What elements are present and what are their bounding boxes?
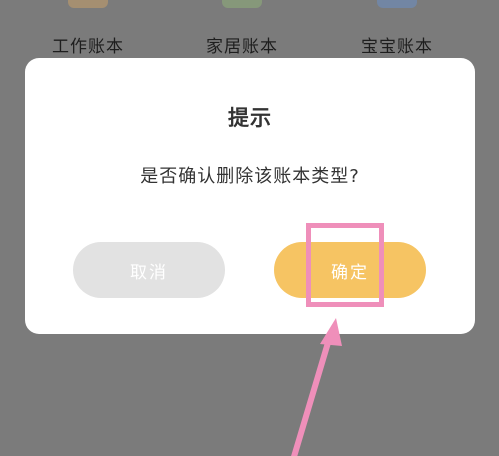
cancel-button[interactable]: 取消 — [73, 242, 225, 298]
home-book-icon — [222, 0, 262, 8]
confirm-delete-dialog: 提示 是否确认删除该账本类型? 取消 确定 — [25, 58, 475, 334]
book-category-home[interactable]: 家居账本 — [182, 0, 302, 58]
account-book-categories: 工作账本 家居账本 宝宝账本 — [0, 0, 499, 58]
dialog-title: 提示 — [228, 106, 272, 130]
book-category-label: 家居账本 — [206, 37, 278, 57]
book-category-label: 工作账本 — [52, 37, 124, 57]
annotation-arrow-shaft — [291, 333, 333, 456]
dialog-message: 是否确认删除该账本类型? — [140, 166, 360, 187]
book-category-label: 宝宝账本 — [361, 37, 433, 57]
book-category-baby[interactable]: 宝宝账本 — [337, 0, 457, 58]
screen: 工作账本 家居账本 宝宝账本 提示 是否确认删除该账本类型? 取消 确定 — [0, 0, 499, 456]
baby-book-icon — [377, 0, 417, 8]
book-category-work[interactable]: 工作账本 — [28, 0, 148, 58]
work-book-icon — [68, 0, 108, 8]
annotation-highlight-box — [306, 223, 384, 307]
